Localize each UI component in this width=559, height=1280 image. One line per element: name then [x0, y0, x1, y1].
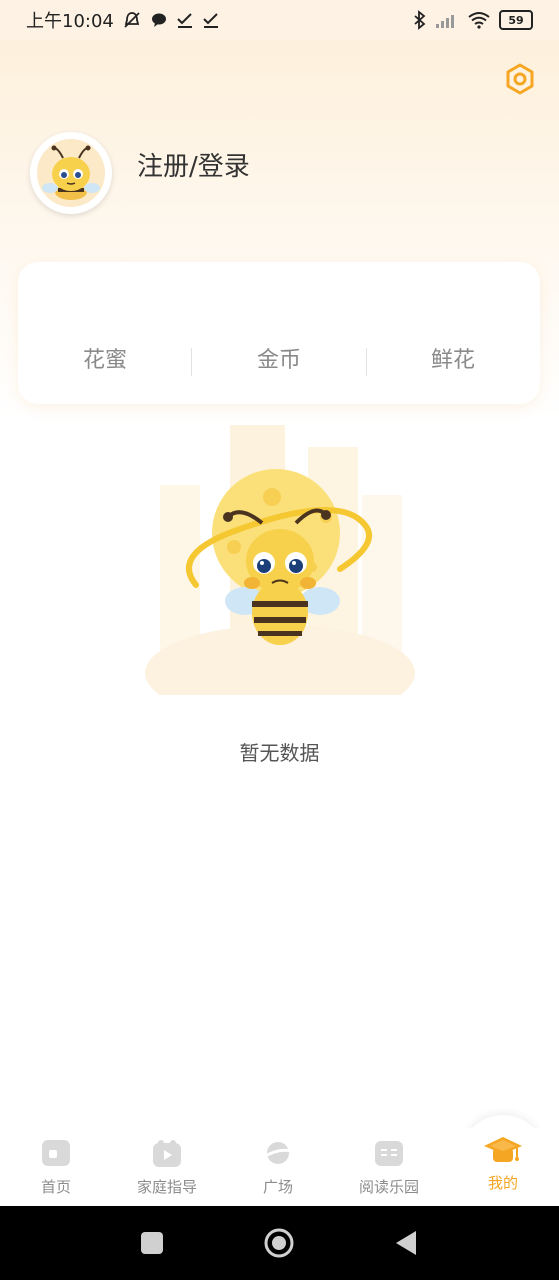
- tab-plaza[interactable]: 广场: [223, 1138, 333, 1202]
- stats-card: 花蜜 金币 鲜花: [18, 262, 540, 404]
- signal-icon: [436, 15, 454, 28]
- tab-label-plaza: 广场: [262, 1178, 293, 1196]
- recent-apps-icon[interactable]: [137, 1228, 167, 1258]
- book-icon: [375, 1141, 403, 1166]
- settings-hexagon-icon: [506, 63, 534, 95]
- tab-home[interactable]: 首页: [1, 1138, 111, 1202]
- check-icon: [203, 13, 218, 28]
- bottom-tab-bar: 首页 家庭指导 广场 阅读乐园 我的: [0, 1128, 559, 1206]
- bee-avatar-icon: [37, 139, 105, 207]
- back-triangle-icon[interactable]: [392, 1228, 422, 1258]
- tab-label-reading-park: 阅读乐园: [358, 1178, 419, 1196]
- login-register-link[interactable]: 注册/登录: [137, 146, 250, 183]
- wifi-icon: [468, 12, 490, 29]
- bee-moon-illustration: [145, 425, 415, 695]
- planet-icon: [263, 1142, 293, 1164]
- battery-level: 59: [508, 13, 524, 27]
- stat-coins[interactable]: 金币: [192, 342, 366, 374]
- bluetooth-icon: [414, 10, 426, 30]
- status-time: 上午10:04: [26, 11, 114, 32]
- tab-reading-park[interactable]: 阅读乐园: [334, 1138, 444, 1202]
- tab-label-mine: 我的: [487, 1174, 518, 1192]
- graduation-cap-icon: [484, 1137, 522, 1162]
- home-circle-icon[interactable]: [264, 1228, 294, 1258]
- family-guide-icon: [153, 1140, 181, 1167]
- settings-button[interactable]: [503, 62, 537, 96]
- stat-nectar[interactable]: 花蜜: [18, 342, 192, 374]
- tab-label-home: 首页: [40, 1178, 71, 1196]
- tab-mine[interactable]: 我的: [448, 1137, 558, 1202]
- battery-icon: 59: [499, 10, 533, 30]
- tab-label-family-guide: 家庭指导: [136, 1178, 197, 1196]
- check-icon: [177, 13, 192, 28]
- status-bar: 上午10:04 59: [0, 0, 559, 40]
- avatar[interactable]: [30, 132, 112, 214]
- tab-family-guide[interactable]: 家庭指导: [112, 1138, 222, 1202]
- chat-icon: [151, 13, 166, 27]
- home-icon: [42, 1140, 70, 1166]
- system-nav-bar: [0, 1206, 559, 1280]
- mute-bell-icon: [124, 12, 140, 28]
- empty-state-text: 暂无数据: [239, 741, 320, 765]
- stat-flowers[interactable]: 鲜花: [366, 342, 540, 374]
